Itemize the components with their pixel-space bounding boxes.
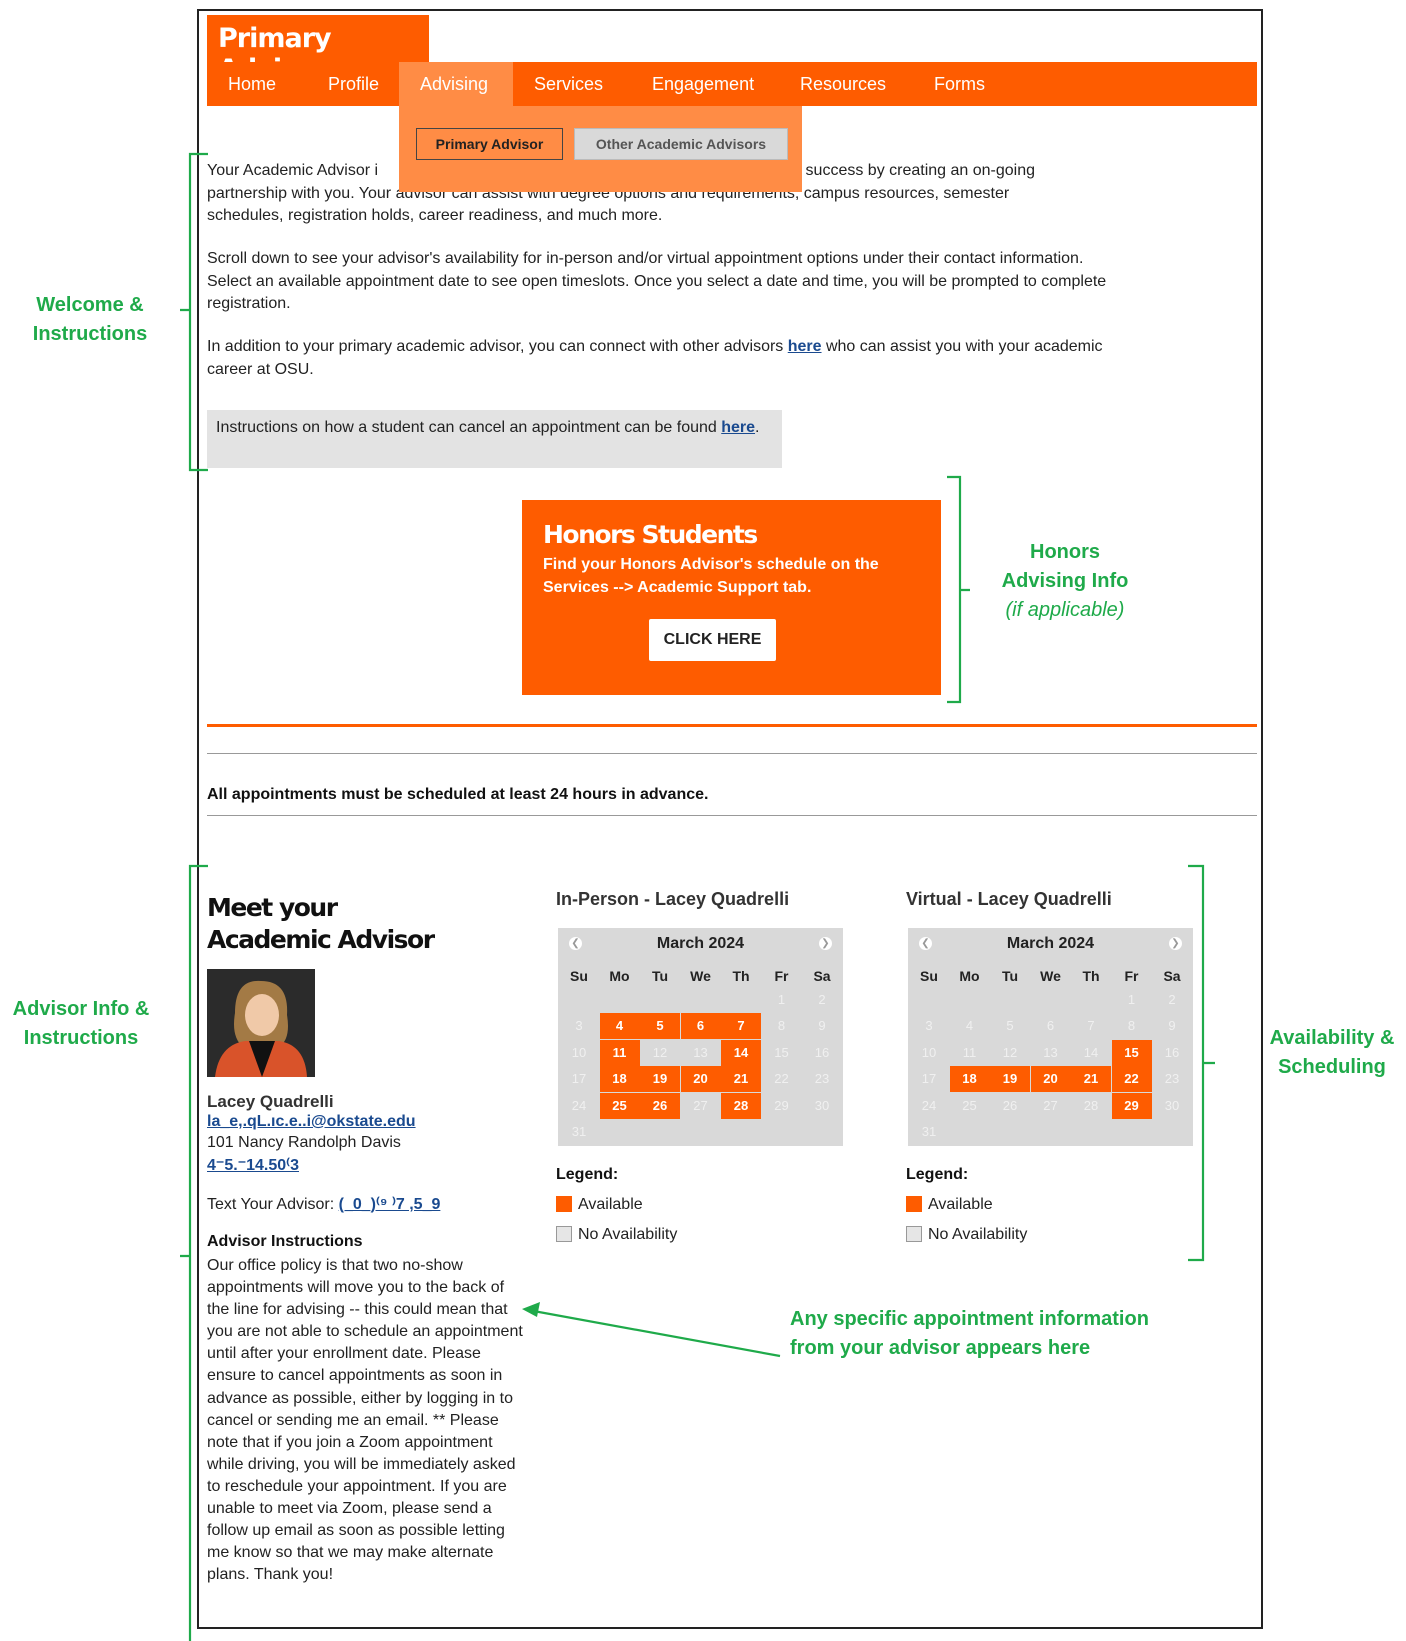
availability-bracket xyxy=(1188,864,1215,1262)
annotation-advisor: Advisor Info & Instructions xyxy=(12,998,150,1049)
annotation-brackets xyxy=(180,152,1215,1641)
arrow-head xyxy=(522,1302,540,1317)
annotation-specific-info: Any specific appointment information from… xyxy=(790,1308,1149,1359)
honors-bracket xyxy=(947,475,970,704)
annotation-availability: Availability & Scheduling xyxy=(1269,1027,1395,1078)
welcome-bracket xyxy=(180,152,208,472)
annotation-honors: Honors Advising Info (if applicable) xyxy=(1001,541,1129,621)
annotation-welcome: Welcome & Instructions xyxy=(32,294,148,345)
advisor-bracket xyxy=(180,864,208,1641)
arrow-line xyxy=(527,1308,781,1358)
